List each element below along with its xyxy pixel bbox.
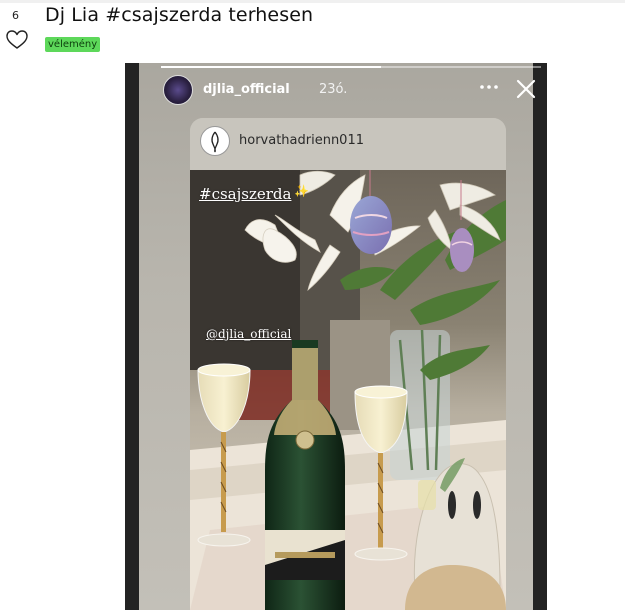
- repost-header: horvathadrienn011: [190, 118, 506, 170]
- story-screenshot: djlia_official 23ó. horvathadrienn011 #c…: [125, 63, 547, 610]
- category-tag[interactable]: vélemény: [45, 37, 101, 52]
- close-icon[interactable]: [515, 78, 537, 100]
- story-mention[interactable]: @djlia_official: [206, 327, 291, 341]
- story-hashtag[interactable]: #csajszerda: [199, 185, 291, 203]
- story-photo: #csajszerda ✨ @djlia_official: [190, 170, 506, 610]
- story-username[interactable]: djlia_official: [203, 82, 290, 97]
- reposted-story-card[interactable]: horvathadrienn011 #csajszerda ✨ @djlia_o…: [190, 118, 506, 610]
- vote-count: 6: [12, 9, 19, 22]
- story-edge-left: [125, 63, 139, 610]
- story-frame: djlia_official 23ó. horvathadrienn011 #c…: [139, 63, 541, 610]
- story-progress-bar: [161, 66, 541, 68]
- story-progress-fill: [161, 66, 382, 68]
- page: 6 Dj Lia #csajszerda terhesen vélemény d…: [0, 0, 625, 610]
- story-time: 23ó.: [319, 82, 348, 97]
- post-title[interactable]: Dj Lia #csajszerda terhesen: [45, 4, 313, 26]
- repost-username[interactable]: horvathadrienn011: [239, 133, 364, 148]
- top-divider: [0, 0, 625, 3]
- repost-avatar[interactable]: [200, 126, 230, 156]
- more-dots-icon[interactable]: [479, 81, 499, 95]
- heart-outline-icon[interactable]: [6, 30, 28, 50]
- story-avatar[interactable]: [163, 75, 193, 105]
- story-edge-right: [533, 63, 547, 610]
- sparkle-icon: ✨: [294, 184, 309, 198]
